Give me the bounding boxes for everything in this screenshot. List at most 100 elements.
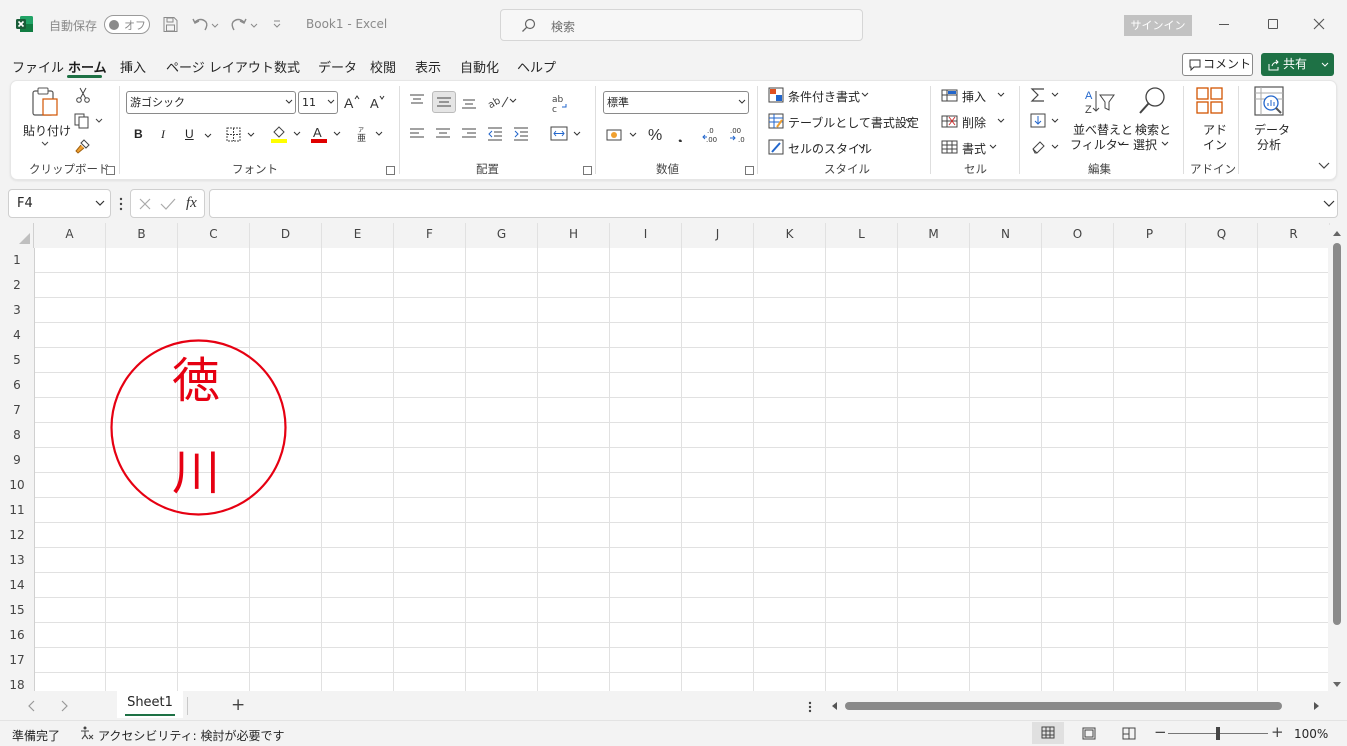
column-header[interactable]: G — [466, 223, 538, 248]
cell-styles-icon[interactable] — [768, 139, 784, 155]
tab-view[interactable]: 表示 — [415, 57, 441, 76]
italic-button[interactable]: I — [161, 127, 165, 142]
hanko-stamp[interactable]: 徳 川 — [110, 339, 287, 516]
row-header[interactable]: 7 — [0, 398, 34, 423]
enter-icon[interactable] — [160, 197, 176, 211]
row-header[interactable]: 11 — [0, 498, 34, 523]
align-top-icon[interactable] — [409, 94, 425, 108]
zoom-level[interactable]: 100% — [1294, 727, 1328, 741]
tab-automate[interactable]: 自動化 — [460, 57, 499, 76]
page-break-view-icon[interactable] — [1122, 727, 1136, 740]
tab-file[interactable]: ファイル — [12, 57, 64, 76]
clear-icon[interactable] — [1030, 139, 1064, 155]
column-header[interactable]: R — [1258, 223, 1330, 248]
search-box[interactable]: 検索 — [500, 9, 863, 41]
merge-center-icon[interactable] — [550, 126, 584, 142]
row-header[interactable]: 5 — [0, 348, 34, 373]
row-header[interactable]: 3 — [0, 298, 34, 323]
font-color-icon[interactable]: A — [310, 124, 344, 144]
copy-icon[interactable] — [74, 113, 106, 129]
chevron-down-icon[interactable] — [996, 117, 1006, 125]
decrease-indent-icon[interactable] — [487, 127, 503, 141]
column-header[interactable]: H — [538, 223, 610, 248]
column-header[interactable]: M — [898, 223, 970, 248]
signin-button[interactable]: サインイン — [1124, 15, 1192, 36]
add-sheet-button[interactable]: + — [231, 695, 245, 715]
column-header[interactable]: L — [826, 223, 898, 248]
sheet-tab-sheet1[interactable]: Sheet1 — [117, 691, 183, 718]
increase-font-size-icon[interactable]: A — [344, 94, 362, 110]
align-middle-icon[interactable] — [432, 91, 456, 113]
wrap-text-icon[interactable]: ab c — [551, 93, 569, 113]
column-header[interactable]: F — [394, 223, 466, 248]
column-header[interactable]: N — [970, 223, 1042, 248]
decrease-font-size-icon[interactable]: A — [370, 94, 388, 110]
name-box[interactable]: F4 — [8, 189, 111, 218]
chevron-down-icon[interactable] — [1116, 140, 1126, 148]
bold-button[interactable]: B — [134, 127, 143, 141]
chevron-down-icon[interactable] — [988, 143, 998, 151]
delete-cells-icon[interactable] — [941, 113, 959, 129]
row-header[interactable]: 8 — [0, 423, 34, 448]
column-header[interactable]: C — [178, 223, 250, 248]
cancel-icon[interactable] — [138, 197, 152, 211]
select-all-corner[interactable] — [0, 223, 34, 248]
page-layout-view-icon[interactable] — [1082, 727, 1096, 740]
number-launcher-icon[interactable] — [745, 166, 754, 175]
row-header[interactable]: 1 — [0, 248, 34, 273]
close-button[interactable] — [1313, 18, 1325, 30]
underline-chevron-icon[interactable] — [203, 132, 213, 140]
column-header[interactable]: E — [322, 223, 394, 248]
conditional-formatting-button[interactable]: 条件付き書式 — [788, 88, 860, 105]
paste-chevron-icon[interactable] — [40, 140, 50, 148]
accessibility-status[interactable]: アクセシビリティ: 検討が必要です — [98, 727, 285, 744]
insert-function-button[interactable]: fx — [186, 195, 197, 212]
share-button[interactable]: 共有 — [1261, 53, 1334, 76]
row-header[interactable]: 9 — [0, 448, 34, 473]
row-header[interactable]: 13 — [0, 548, 34, 573]
font-launcher-icon[interactable] — [386, 166, 395, 175]
data-analysis-label-2[interactable]: 分析 — [1257, 136, 1281, 153]
tab-formulas[interactable]: 数式 — [274, 57, 300, 76]
accessibility-icon[interactable] — [80, 726, 94, 740]
chevron-down-icon[interactable] — [857, 143, 867, 151]
delete-cells-button[interactable]: 削除 — [962, 114, 986, 131]
data-analysis-icon[interactable] — [1254, 86, 1286, 118]
normal-view-button[interactable] — [1032, 722, 1064, 744]
scroll-left-icon[interactable] — [830, 701, 838, 711]
phonetic-guide-icon[interactable]: ア亜 — [356, 126, 386, 142]
customize-toolbar-icon[interactable] — [272, 19, 282, 29]
font-size-combo[interactable]: 11 — [298, 91, 338, 114]
column-header[interactable]: Q — [1186, 223, 1258, 248]
paste-icon[interactable] — [30, 87, 60, 119]
tab-review[interactable]: 校閲 — [370, 57, 396, 76]
redo-icon[interactable] — [230, 16, 258, 32]
comment-button[interactable]: コメント — [1182, 53, 1253, 76]
row-header[interactable]: 12 — [0, 523, 34, 548]
font-name-combo[interactable]: 游ゴシック — [126, 91, 296, 114]
scroll-up-icon[interactable] — [1332, 229, 1342, 237]
column-header[interactable]: I — [610, 223, 682, 248]
fill-color-icon[interactable] — [270, 124, 304, 144]
fill-icon[interactable] — [1030, 113, 1064, 129]
column-header[interactable]: K — [754, 223, 826, 248]
number-format-combo[interactable]: 標準 — [603, 91, 749, 114]
comma-style-icon[interactable]: , — [677, 126, 687, 142]
zoom-out-button[interactable]: − — [1154, 723, 1167, 741]
conditional-formatting-icon[interactable] — [768, 87, 784, 103]
save-icon[interactable] — [162, 16, 179, 33]
underline-button[interactable]: U — [185, 127, 194, 141]
format-cells-button[interactable]: 書式 — [962, 140, 986, 157]
format-as-table-icon[interactable] — [768, 113, 784, 129]
formula-input[interactable] — [209, 189, 1338, 218]
tab-help[interactable]: ヘルプ — [517, 57, 556, 76]
tab-insert[interactable]: 挿入 — [120, 57, 146, 76]
tab-home[interactable]: ホーム — [68, 57, 107, 76]
column-header[interactable]: A — [34, 223, 106, 248]
format-cells-icon[interactable] — [941, 139, 959, 155]
scroll-right-icon[interactable] — [1313, 701, 1321, 711]
chevron-down-icon[interactable] — [860, 91, 870, 99]
row-header[interactable]: 4 — [0, 323, 34, 348]
previous-sheet-icon[interactable] — [28, 700, 36, 712]
column-header[interactable]: O — [1042, 223, 1114, 248]
